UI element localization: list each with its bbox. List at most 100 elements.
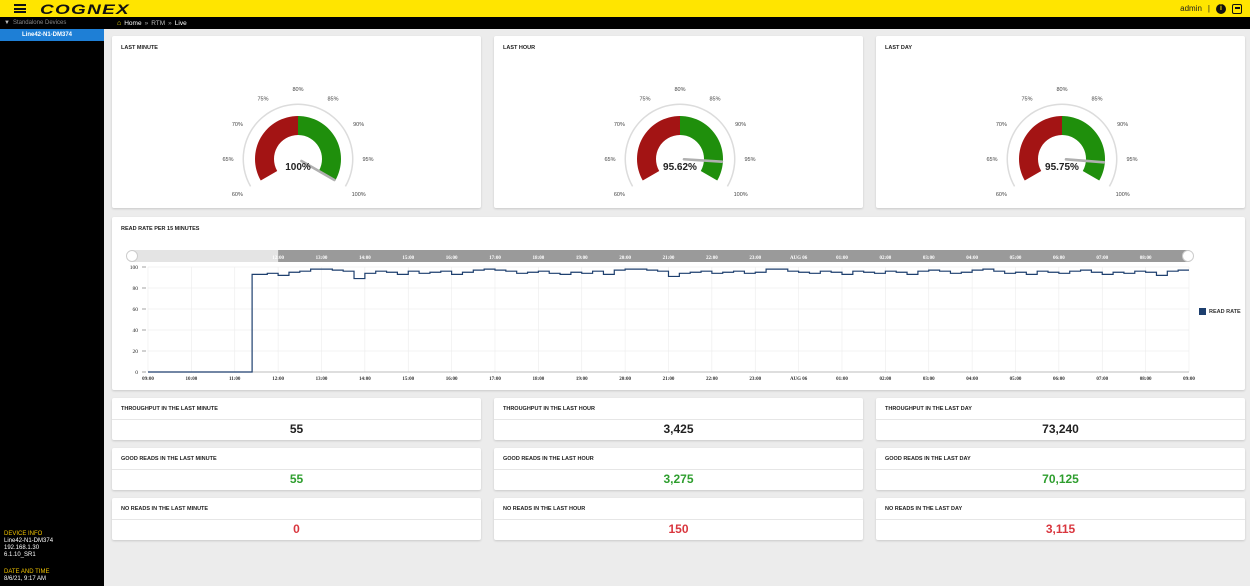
legend-swatch — [1199, 308, 1206, 315]
stat-card: NO READS IN THE LAST HOUR 150 — [494, 498, 863, 540]
separator: | — [1207, 4, 1210, 13]
stat-value: 55 — [289, 422, 304, 436]
breadcrumb-separator: » — [144, 19, 149, 27]
navigator-label: 06:00 — [1053, 256, 1065, 261]
sidebar-item-device[interactable]: Line42-N1-DM374 — [0, 29, 104, 41]
gauge-tick-label: 100% — [734, 192, 748, 198]
gauge-tick-label: 75% — [639, 96, 650, 102]
menu-icon[interactable] — [14, 4, 26, 13]
gauge-tick-label: 70% — [232, 122, 243, 128]
gauge-last-day: 60% 65% 70% 75% 80% 85% 90% 95% 100% 95.75% — [986, 87, 1137, 198]
gauge-tick-label: 85% — [327, 96, 338, 102]
user-name[interactable]: admin — [1180, 4, 1202, 13]
navigator-label: 07:00 — [1096, 256, 1108, 261]
navigator-label: 14:00 — [359, 256, 371, 261]
device-info-firmware: 6.1.10_SR1 — [4, 552, 36, 558]
read-rate-chart: 12:00 13:00 14:00 15:00 16:00 17:00 18:00 19:00… — [126, 250, 1195, 382]
x-tick-label: 18:00 — [533, 377, 545, 382]
home-icon[interactable]: ⌂ — [117, 20, 121, 27]
gauge-tick-label: 75% — [257, 96, 268, 102]
stat-divider — [112, 469, 481, 470]
navigator-label: 23:00 — [749, 256, 761, 261]
navigator-label: 01:00 — [836, 256, 848, 261]
stat-title: GOOD READS IN THE LAST HOUR — [503, 456, 594, 462]
gauge-value: 100% — [285, 162, 311, 173]
gauge-tick-label: 80% — [1056, 87, 1067, 93]
stat-value: 73,240 — [1042, 422, 1079, 436]
device-info: DEVICE INFO Line42-N1-DM374 192.168.1.30… — [4, 531, 53, 559]
gauge-tick-label: 60% — [614, 192, 625, 198]
x-tick-label: 06:00 — [1053, 377, 1065, 382]
info-icon[interactable]: i — [1216, 3, 1226, 14]
gauge-tick-label: 65% — [222, 157, 233, 163]
stat-value: 3,115 — [1045, 522, 1076, 536]
device-info-ip: 192.168.1.30 — [4, 545, 40, 551]
stat-divider — [876, 469, 1245, 470]
chart-legend[interactable]: READ RATE — [1199, 308, 1241, 315]
gauge-tick-label: 90% — [735, 122, 746, 128]
gauge-tick-label: 70% — [614, 122, 625, 128]
x-tick-label: 04:00 — [966, 377, 978, 382]
breadcrumb-home[interactable]: Home — [124, 20, 141, 27]
x-tick-label: 05:00 — [1010, 377, 1022, 382]
breadcrumb-separator: » — [168, 19, 172, 27]
date-time: DATE AND TIME 8/6/21, 9:17 AM — [4, 569, 49, 583]
y-tick-label: 0 — [135, 370, 138, 376]
sidebar-section-label: Standalone Devices — [12, 20, 67, 26]
gauge-tick-label: 60% — [996, 192, 1007, 198]
gauge-tick-label: 85% — [1091, 96, 1102, 102]
gauge-tick-label: 100% — [352, 192, 366, 198]
stat-card: NO READS IN THE LAST DAY 3,115 — [876, 498, 1245, 540]
y-tick-label: 80 — [133, 286, 139, 292]
stat-value: 0 — [293, 522, 300, 536]
y-tick-label: 60 — [133, 307, 139, 313]
navigator-label: 05:00 — [1010, 256, 1022, 261]
stat-card: THROUGHPUT IN THE LAST HOUR 3,425 — [494, 398, 863, 440]
stat-card: THROUGHPUT IN THE LAST DAY 73,240 — [876, 398, 1245, 440]
stat-title: THROUGHPUT IN THE LAST MINUTE — [121, 406, 218, 412]
navigator-label: 15:00 — [402, 256, 414, 261]
date-time-value: 8/6/21, 9:17 AM — [4, 576, 47, 582]
stat-card: GOOD READS IN THE LAST MINUTE 55 — [112, 448, 481, 490]
stat-divider — [876, 419, 1245, 420]
read-rate-chart-card: READ RATE PER 15 MINUTES 12:00 13:00 14:00… — [112, 217, 1245, 390]
navigator-label: AUG 06 — [790, 256, 808, 261]
navigator-label: 18:00 — [533, 256, 545, 261]
navigator-label: 03:00 — [923, 256, 935, 261]
stat-divider — [494, 519, 863, 520]
top-bar: COGNEX admin | i — [0, 0, 1250, 17]
stat-value: 55 — [289, 472, 304, 486]
stat-title: GOOD READS IN THE LAST DAY — [885, 456, 971, 462]
x-tick-label: 03:00 — [923, 377, 935, 382]
sidebar-section-header[interactable]: ▼ Standalone Devices — [0, 17, 104, 29]
x-tick-label: 19:00 — [576, 377, 588, 382]
cognex-logo: COGNEX — [40, 0, 131, 17]
gauge-value: 95.75% — [1045, 162, 1079, 173]
gauge-card-last-minute: LAST MINUTE 60% 65% 70% 75% 80% 85% 90% 95% 100%… — [112, 36, 481, 208]
legend-label: READ RATE — [1209, 308, 1241, 315]
navigator-label: 20:00 — [619, 256, 631, 261]
stat-value: 70,125 — [1042, 472, 1079, 486]
gauge-tick-label: 70% — [996, 122, 1007, 128]
gauge-last-minute: 60% 65% 70% 75% 80% 85% 90% 95% 100% 100% — [222, 87, 373, 198]
logout-icon[interactable] — [1232, 3, 1242, 14]
stat-value: 3,425 — [663, 422, 694, 436]
x-tick-label: 02:00 — [880, 377, 892, 382]
gauge-last-hour: 60% 65% 70% 75% 80% 85% 90% 95% 100% 95.62% — [604, 87, 755, 198]
x-tick-label: 12:00 — [272, 377, 284, 382]
x-tick-label: 15:00 — [402, 377, 414, 382]
navigator-label: 22:00 — [706, 256, 718, 261]
stat-title: THROUGHPUT IN THE LAST HOUR — [503, 406, 595, 412]
stat-divider — [876, 519, 1245, 520]
stat-card: GOOD READS IN THE LAST HOUR 3,275 — [494, 448, 863, 490]
navigator-handle — [1182, 250, 1194, 262]
navigator-label: 08:00 — [1140, 256, 1152, 261]
stat-divider — [494, 469, 863, 470]
gauge-tick-label: 65% — [604, 157, 615, 163]
y-tick-label: 20 — [133, 349, 139, 355]
breadcrumb-rtm[interactable]: RTM — [151, 20, 165, 27]
gauge-tick-label: 100% — [1116, 192, 1130, 198]
x-tick-label: AUG 06 — [790, 377, 808, 382]
gauge-tick-label: 90% — [353, 122, 364, 128]
gauge-tick-label: 90% — [1117, 122, 1128, 128]
